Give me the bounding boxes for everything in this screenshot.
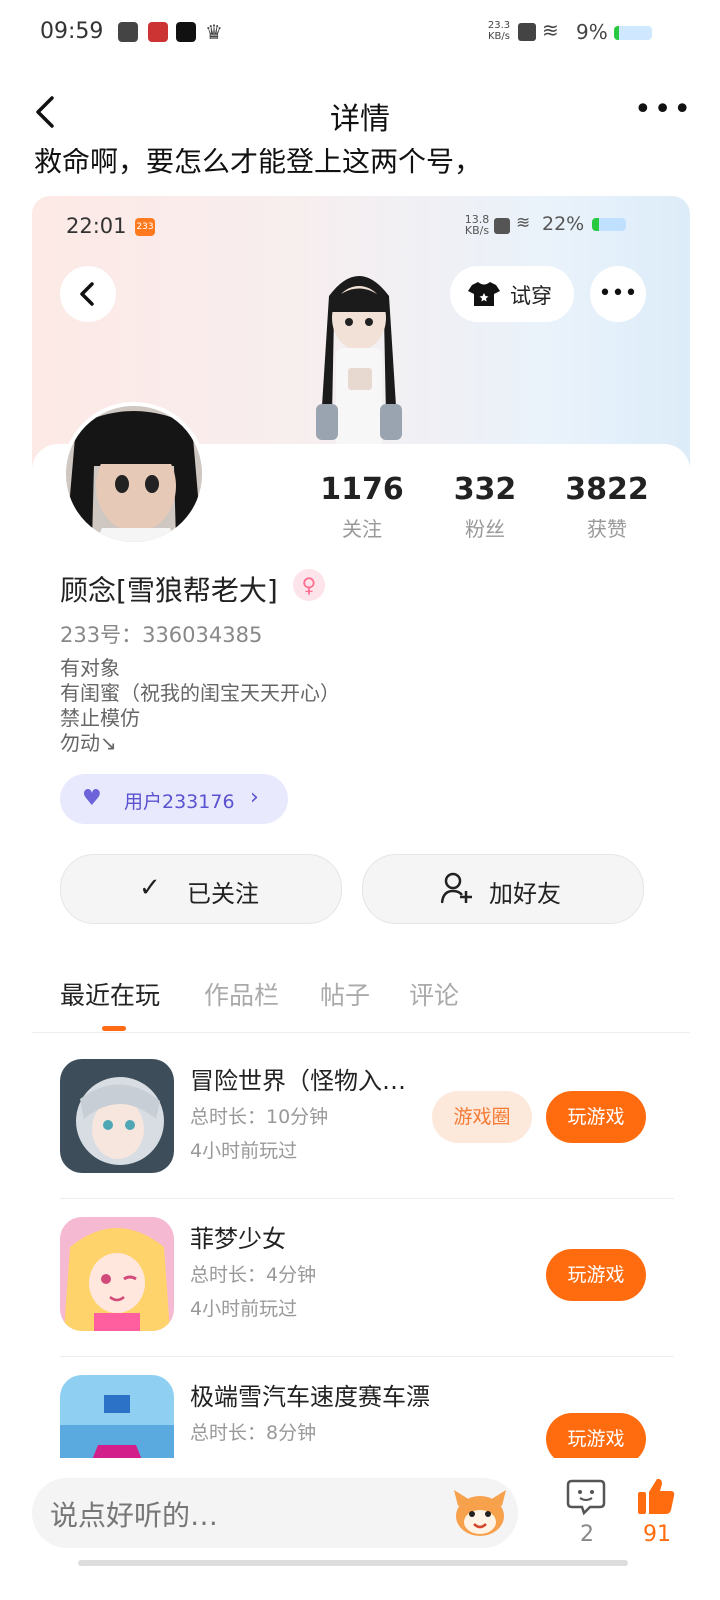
user-id: 233号：336034385 [60, 623, 263, 647]
bio-line: 禁止模仿 [60, 706, 140, 730]
mascot-emoji-icon[interactable] [452, 1486, 508, 1538]
app-notification-icon [148, 22, 168, 42]
play-game-button: 玩游戏 [546, 1091, 646, 1143]
bio-line: 有对象 [60, 656, 120, 680]
tab-posts: 帖子 [320, 981, 371, 1010]
net-speed: 23.3 KB/s [487, 20, 511, 42]
game-row: 极端雪汽车速度赛车漂移 总时长：8分钟 玩游戏 [32, 1357, 690, 1466]
stat-followers: 332 粉丝 [453, 472, 517, 541]
status-time: 09:59 [40, 19, 104, 44]
chevron-right-icon: › [250, 785, 259, 810]
followed-button: ✓ 已关注 [60, 854, 342, 924]
inner-close-icon [494, 218, 510, 234]
crown-icon: ♛ [205, 20, 223, 44]
mail-icon [118, 22, 138, 42]
game-icon [60, 1059, 174, 1173]
comment-count: 2 [580, 1522, 594, 1547]
inner-battery-icon [592, 218, 626, 231]
thumbs-up-icon[interactable] [636, 1476, 676, 1516]
avatar-image [66, 406, 202, 542]
game-name: 极端雪汽车速度赛车漂移 [190, 1383, 430, 1411]
inner-status-time: 22:01 [66, 214, 127, 238]
comment-placeholder: 说点好听的… [50, 1499, 219, 1532]
close-box-icon [518, 23, 536, 41]
game-icon [60, 1375, 174, 1466]
bio-line: 有闺蜜（祝我的闺宝天天开心） [60, 681, 340, 705]
game-duration: 总时长：10分钟 [190, 1106, 329, 1128]
check-icon: ✓ [139, 873, 161, 903]
play-game-button: 玩游戏 [546, 1249, 646, 1301]
tiktok-icon [176, 22, 196, 42]
like-count: 91 [643, 1522, 671, 1547]
wifi-icon: ≋ [542, 18, 559, 42]
post-image[interactable]: 22:01 233 13.8 KB/s ≋ 22% 试穿 ••• 1176 关注… [32, 196, 690, 1466]
inner-wifi-icon: ≋ [516, 213, 531, 233]
bottom-bar: 说点好听的… 2 91 [0, 1458, 720, 1600]
chevron-left-icon [80, 282, 94, 306]
inner-back-button [60, 266, 116, 322]
heart-icon: ♥ [82, 786, 102, 811]
tshirt-icon [468, 282, 500, 306]
status-bar: 09:59 ♛ 23.3 KB/s ≋ 9% [0, 0, 720, 64]
game-name: 菲梦少女 [190, 1225, 286, 1253]
inner-battery-percent: 22% [542, 213, 585, 235]
game-icon [60, 1217, 174, 1331]
female-icon: ♀ [293, 569, 325, 601]
comment-icon[interactable] [566, 1478, 606, 1516]
battery-percent: 9% [576, 20, 608, 44]
divider [32, 1032, 690, 1033]
tab-comments: 评论 [409, 981, 460, 1010]
game-circle-button: 游戏圈 [432, 1091, 532, 1143]
stat-likes: 3822 获赞 [565, 472, 649, 541]
post-text: 救命啊，要怎么才能登上这两个号， [34, 148, 483, 178]
profile-bio: 有对象 有闺蜜（祝我的闺宝天天开心） 禁止模仿 勿动↘ [60, 656, 340, 756]
linked-user-label: 用户233176 [124, 791, 235, 813]
tab-works: 作品栏 [204, 981, 280, 1010]
app-badge-icon: 233 [135, 218, 155, 236]
add-user-icon [441, 872, 472, 904]
inner-more-button: ••• [590, 266, 646, 322]
add-friend-button: 加好友 [362, 854, 644, 924]
game-last-played: 4小时前玩过 [190, 1140, 298, 1162]
battery-icon [614, 26, 652, 40]
stat-following: 1176 关注 [320, 472, 404, 541]
game-name: 冒险世界（怪物入… [190, 1067, 406, 1095]
tab-indicator [102, 1026, 126, 1031]
bio-line: 勿动↘ [60, 731, 117, 755]
game-row: 冒险世界（怪物入… 总时长：10分钟 4小时前玩过 游戏圈 玩游戏 [32, 1041, 690, 1199]
profile-tabs: 最近在玩 作品栏 帖子 评论 [32, 976, 690, 1032]
linked-user-chip: ♥ 用户233176 › [60, 774, 288, 824]
try-on-button: 试穿 [450, 266, 574, 322]
inner-net-speed: 13.8 KB/s [464, 213, 490, 237]
page-title: 详情 [330, 102, 390, 137]
comment-input[interactable]: 说点好听的… [32, 1478, 518, 1548]
avatar [62, 402, 206, 546]
game-last-played: 4小时前玩过 [190, 1298, 298, 1320]
try-on-label: 试穿 [510, 284, 552, 308]
game-row: 菲梦少女 总时长：4分钟 4小时前玩过 玩游戏 [32, 1199, 690, 1357]
profile-name: 顾念[雪狼帮老大] [60, 574, 278, 607]
game-duration: 总时长：4分钟 [190, 1264, 317, 1286]
more-button[interactable]: ••• [634, 92, 691, 127]
game-duration: 总时长：8分钟 [190, 1422, 317, 1444]
home-indicator[interactable] [78, 1560, 628, 1566]
tab-recent-played: 最近在玩 [60, 981, 161, 1010]
